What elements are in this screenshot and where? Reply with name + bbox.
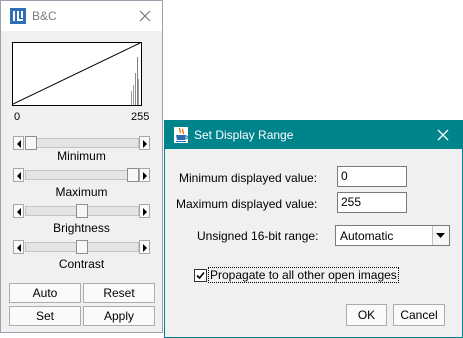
unsigned-range-select[interactable]: Automatic xyxy=(335,225,450,246)
brightness-slider[interactable] xyxy=(13,203,151,219)
contrast-slider[interactable] xyxy=(13,239,151,255)
unsigned-range-value: Automatic xyxy=(340,229,394,243)
slider-thumb[interactable] xyxy=(76,240,88,254)
reset-button[interactable]: Reset xyxy=(83,283,155,303)
max-value-label: Maximum displayed value: xyxy=(176,197,318,211)
contrast-label: Contrast xyxy=(58,257,105,271)
cancel-button[interactable]: Cancel xyxy=(393,304,445,326)
slider-track[interactable] xyxy=(25,138,139,148)
dialog-titlebar[interactable]: Set Display Range xyxy=(165,121,462,149)
unsigned-range-label: Unsigned 16-bit range: xyxy=(197,229,319,243)
range-max-label: 255 xyxy=(131,111,150,123)
java-cup-icon xyxy=(174,127,188,143)
minimum-label: Minimum xyxy=(57,149,106,163)
ok-button[interactable]: OK xyxy=(346,304,387,326)
bc-title: B&C xyxy=(32,9,57,23)
slider-track[interactable] xyxy=(25,170,139,180)
checkmark-icon xyxy=(196,271,205,280)
auto-button[interactable]: Auto xyxy=(9,283,81,303)
arrow-right-icon[interactable] xyxy=(139,204,150,218)
arrow-left-icon[interactable] xyxy=(13,204,24,218)
set-button[interactable]: Set xyxy=(9,306,81,326)
propagate-checkbox[interactable] xyxy=(194,269,207,282)
close-icon[interactable] xyxy=(136,7,154,25)
histogram xyxy=(12,42,142,106)
close-icon[interactable] xyxy=(434,126,452,144)
apply-button[interactable]: Apply xyxy=(83,306,155,326)
set-display-range-dialog: Set Display Range Minimum displayed valu… xyxy=(164,120,463,338)
maximum-label: Maximum xyxy=(55,185,108,199)
slider-thumb[interactable] xyxy=(76,204,88,218)
chevron-down-icon[interactable] xyxy=(432,226,449,245)
arrow-left-icon[interactable] xyxy=(13,168,24,182)
bc-titlebar[interactable]: B&C xyxy=(1,1,162,31)
min-value-label: Minimum displayed value: xyxy=(179,171,318,185)
bc-window: B&C 0 255 Minimum Maximum Brightness Con… xyxy=(0,0,163,333)
min-value-field[interactable]: 0 xyxy=(337,166,407,187)
maximum-slider[interactable] xyxy=(13,167,151,183)
arrow-right-icon[interactable] xyxy=(139,240,150,254)
slider-thumb[interactable] xyxy=(25,136,37,150)
range-min-label: 0 xyxy=(14,111,21,123)
max-value-field[interactable]: 255 xyxy=(337,192,407,213)
imagej-icon xyxy=(10,8,26,24)
slider-thumb[interactable] xyxy=(127,168,139,182)
propagate-label[interactable]: Propagate to all other open images xyxy=(208,267,399,283)
brightness-label: Brightness xyxy=(53,221,110,235)
arrow-right-icon[interactable] xyxy=(139,136,150,150)
dialog-title: Set Display Range xyxy=(194,128,294,142)
arrow-left-icon[interactable] xyxy=(13,136,24,150)
arrow-right-icon[interactable] xyxy=(139,168,150,182)
arrow-left-icon[interactable] xyxy=(13,240,24,254)
